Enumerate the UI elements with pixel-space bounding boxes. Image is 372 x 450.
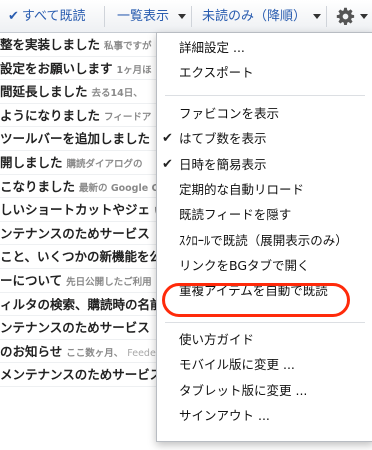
view-mode-button[interactable]: 一覧表示 <box>117 0 169 33</box>
article-title: 整を実装しました <box>0 37 101 52</box>
toolbar: ✔ すべて既読 一覧表示 未読のみ（降順） <box>0 0 372 33</box>
menu-item-label: 重複アイテムを自動で既読 <box>179 283 328 299</box>
article-title: 開しました <box>0 154 63 170</box>
article-source: 1ヶ月ほ <box>116 64 152 76</box>
menu-item[interactable]: ✔ 日時を簡易表示 <box>157 154 372 176</box>
menu-item-label: リンクをBGタブで開く <box>179 257 310 273</box>
caret-down-icon[interactable] <box>313 14 321 19</box>
menu-item-label: 日時を簡易表示 <box>179 156 267 172</box>
menu-item[interactable]: 既読フィードを隠す <box>157 204 372 226</box>
article-title: のお知らせ <box>0 343 63 359</box>
article-title: こなりました <box>0 178 76 194</box>
checkmark-icon: ✔ <box>8 9 19 24</box>
article-source: フィードア <box>104 111 152 123</box>
menu-item-label: はてブ数を表示 <box>179 131 267 147</box>
menu-item-label: 使い方ガイド <box>179 332 255 347</box>
article-title: こと、いくつかの新機能を公 <box>0 249 163 265</box>
article-source: 先日公開したご利用 <box>66 276 152 288</box>
filter-label: 未読のみ（降順） <box>202 9 307 24</box>
menu-item-label: タブレット版に変更 ... <box>179 382 308 398</box>
menu-item[interactable]: ファビコンを表示 <box>157 103 372 125</box>
menu-item-label: 既読フィードを隠す <box>179 207 292 223</box>
toolbar-divider <box>326 6 327 27</box>
menu-item-label: ｽｸﾛｰﾙで既読（展開表示のみ） <box>179 232 348 248</box>
menu-item[interactable]: モバイル版に変更 ... <box>157 354 372 376</box>
menu-item[interactable]: ✔ はてブ数を表示 <box>157 128 372 150</box>
menu-item-label: 定期的な自動リロード <box>179 181 305 197</box>
article-title: ィルタの検索、購読時の名前 <box>0 296 163 312</box>
settings-menu: 詳細設定 ... エクスポートファビコンを表示 ✔ はてブ数を表示 ✔ 日時を簡易表示定期… <box>156 32 372 442</box>
menu-item[interactable]: タブレット版に変更 ... <box>157 380 372 402</box>
view-mode-label: 一覧表示 <box>117 9 170 24</box>
checkmark-icon: ✔ <box>162 156 173 172</box>
filter-button[interactable]: 未読のみ（降順） <box>202 0 306 33</box>
mark-all-read-button[interactable]: ✔ すべて既読 <box>8 0 85 33</box>
menu-item-label: モバイル版に変更 ... <box>179 357 295 373</box>
article-source: 私事ですが <box>104 41 152 52</box>
article-title: ツールバーを追加しました <box>0 131 151 147</box>
article-source: 去る14日、 <box>91 88 143 100</box>
article-title: 設定をお願いします <box>0 60 113 76</box>
checkmark-icon: ✔ <box>162 131 173 147</box>
menu-item-label: 詳細設定 ... <box>179 40 245 55</box>
article-title: ようになりました <box>0 107 101 123</box>
gear-icon[interactable] <box>336 7 355 26</box>
menu-item[interactable]: 使い方ガイド <box>157 329 372 351</box>
menu-item[interactable]: 重複アイテムを自動で既読 <box>157 280 372 302</box>
menu-item-label: ファビコンを表示 <box>179 106 280 121</box>
caret-down-icon[interactable] <box>360 14 368 19</box>
menu-item[interactable]: ｽｸﾛｰﾙで既読（展開表示のみ） <box>157 230 372 252</box>
mark-all-read-label: すべて既読 <box>21 9 86 24</box>
article-source: ここ数ヶ月、 <box>66 347 124 359</box>
menu-item[interactable]: 詳細設定 ... <box>157 37 372 59</box>
menu-item[interactable]: リンクをBGタブで開く <box>157 255 372 277</box>
article-title: ンテナンスのためサービス <box>0 320 150 336</box>
article-title: ーについて <box>0 272 63 288</box>
menu-item[interactable]: エクスポート <box>157 62 372 84</box>
article-title: しいショートカットやジェ <box>0 202 151 218</box>
caret-down-icon[interactable] <box>178 14 186 19</box>
menu-item[interactable]: サインアウト ... <box>157 405 372 427</box>
menu-item[interactable]: 定期的な自動リロード <box>157 179 372 201</box>
article-source: 購読ダイアログの <box>66 158 143 170</box>
toolbar-divider <box>191 6 192 27</box>
menu-separator <box>165 322 365 323</box>
article-title: 間延長しました <box>0 84 88 100</box>
menu-item-label: エクスポート <box>179 65 254 81</box>
article-title: ンテナンスのためサービス <box>0 225 150 241</box>
menu-separator <box>165 95 365 96</box>
menu-item-label: サインアウト ... <box>179 407 270 423</box>
toolbar-divider <box>104 6 105 27</box>
